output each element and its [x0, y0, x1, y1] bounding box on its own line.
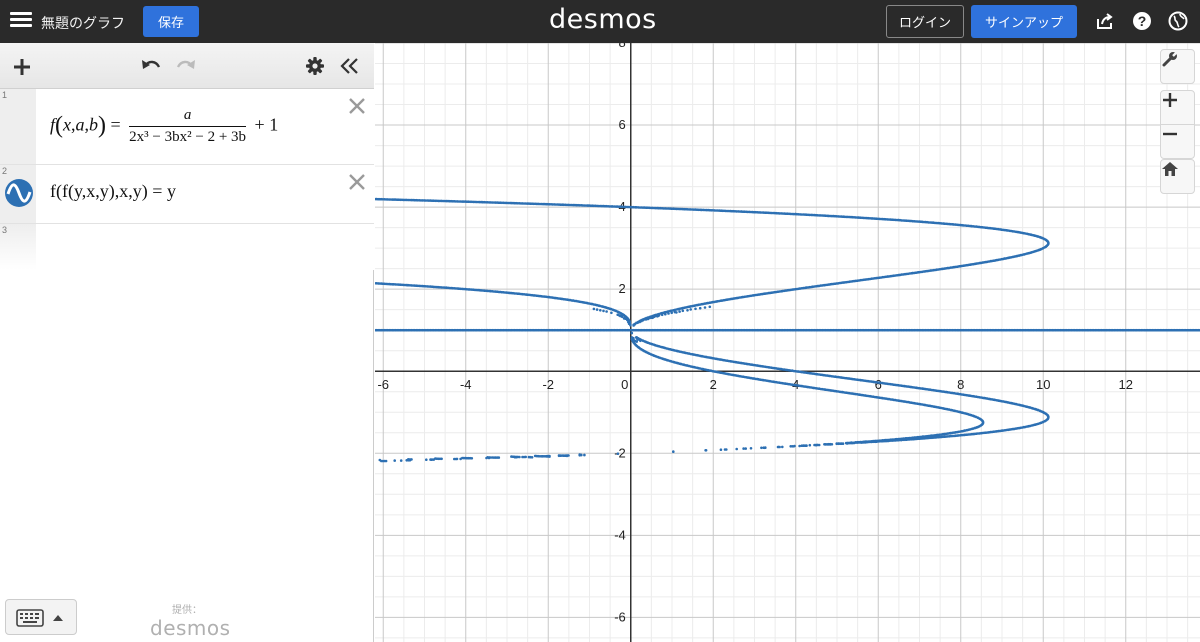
y-tick-label: -6	[614, 609, 626, 624]
desmos-app: 無題のグラフ 保存 desmos ログイン サインアップ ? 1 f(x,a,b…	[0, 0, 1200, 642]
save-button[interactable]: 保存	[143, 6, 199, 37]
share-icon[interactable]	[1095, 11, 1115, 31]
y-tick-label: 6	[619, 117, 626, 132]
expression-number: 1	[2, 90, 8, 100]
implicit-curve[interactable]	[375, 197, 1200, 463]
expression-number: 2	[2, 166, 8, 176]
curve-color-toggle-icon[interactable]	[4, 178, 34, 208]
add-expression-icon[interactable]	[12, 57, 32, 77]
home-icon	[1162, 162, 1178, 176]
default-viewport-button[interactable]	[1160, 159, 1195, 194]
signup-button[interactable]: サインアップ	[971, 5, 1077, 38]
expression-gutter[interactable]: 1	[0, 89, 36, 164]
y-tick-label: -2	[614, 445, 626, 460]
expression-1-math[interactable]: f(x,a,b) = a 2x³ − 3bx² − 2 + 3b + 1	[50, 107, 278, 146]
expression-gutter[interactable]: 3	[0, 224, 36, 270]
keyboard-icon	[16, 609, 44, 627]
x-tick-label: 10	[1036, 377, 1050, 392]
fraction-denominator: 2x³ − 3bx² − 2 + 3b	[129, 129, 247, 145]
top-bar: 無題のグラフ 保存 desmos ログイン サインアップ ?	[0, 0, 1200, 43]
zoom-in-button[interactable]	[1160, 90, 1195, 125]
x-tick-label: 6	[875, 377, 882, 392]
settings-gear-icon[interactable]	[305, 56, 325, 76]
expression-panel: 1 f(x,a,b) = a 2x³ − 3bx² − 2 + 3b + 1 2	[0, 43, 374, 642]
major-gridlines	[375, 43, 1200, 642]
expression-number: 3	[2, 225, 8, 235]
y-tick-label: 8	[619, 43, 626, 50]
expression-row-1[interactable]: 1 f(x,a,b) = a 2x³ − 3bx² − 2 + 3b + 1	[0, 89, 374, 165]
redo-icon[interactable]	[175, 57, 197, 75]
x-tick-label: 0	[621, 377, 628, 392]
minus-icon	[1163, 132, 1177, 136]
help-icon[interactable]: ?	[1132, 11, 1152, 31]
svg-text:?: ?	[1138, 13, 1147, 29]
expression-toolbar	[0, 43, 374, 89]
collapse-panel-icon[interactable]	[340, 57, 360, 75]
minor-gridlines	[375, 43, 1200, 642]
globe-icon[interactable]	[1168, 11, 1188, 31]
graph-title[interactable]: 無題のグラフ	[41, 13, 125, 33]
fraction: a 2x³ − 3bx² − 2 + 3b	[129, 107, 247, 146]
login-button[interactable]: ログイン	[886, 5, 964, 38]
expression-tail: + 1	[254, 114, 279, 135]
expression-row-2[interactable]: 2 f(f(y,x,y),x,y) = y	[0, 165, 374, 224]
x-tick-label: 12	[1119, 377, 1133, 392]
powered-by-desmos[interactable]: 提供： desmos	[150, 601, 230, 640]
delete-expression-2-icon[interactable]	[348, 173, 366, 191]
axes	[375, 43, 1200, 642]
graph-settings-button[interactable]	[1160, 49, 1195, 84]
curve-points	[375, 197, 1200, 463]
expression-2-math[interactable]: f(f(y,x,y),x,y) = y	[50, 181, 176, 202]
graph-paper[interactable]: -6-4-20246810128642-2-4-6	[375, 43, 1200, 642]
x-tick-label: 8	[957, 377, 964, 392]
x-tick-label: 2	[710, 377, 717, 392]
plus-icon	[1163, 93, 1177, 107]
expression-row-3[interactable]: 3	[0, 224, 374, 270]
x-tick-label: -4	[460, 377, 472, 392]
wrench-icon	[1162, 51, 1178, 67]
expression-gutter[interactable]: 2	[0, 165, 36, 223]
delete-expression-1-icon[interactable]	[348, 97, 366, 115]
x-tick-label: -6	[377, 377, 389, 392]
keypad-toggle-button[interactable]	[5, 599, 77, 635]
y-tick-label: -4	[614, 527, 626, 542]
menu-icon[interactable]	[10, 10, 32, 32]
y-tick-label: 2	[619, 281, 626, 296]
caret-up-icon	[53, 615, 63, 621]
fraction-numerator: a	[129, 107, 247, 127]
graph-canvas[interactable]: -6-4-20246810128642-2-4-6	[375, 43, 1200, 642]
axis-tick-labels: -6-4-20246810128642-2-4-6	[377, 43, 1133, 624]
zoom-out-button[interactable]	[1160, 124, 1195, 159]
desmos-logo: desmos	[549, 4, 657, 35]
undo-icon[interactable]	[140, 57, 162, 75]
x-tick-label: -2	[542, 377, 554, 392]
